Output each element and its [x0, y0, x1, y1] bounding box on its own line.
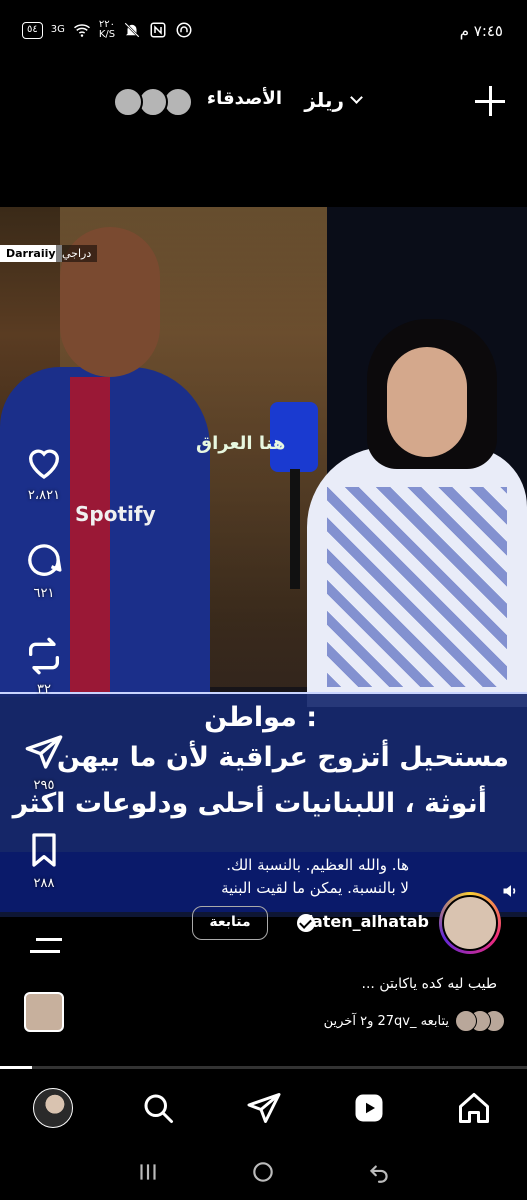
reels-header: ريلز الأصدقاء [0, 78, 527, 124]
recent-apps-icon[interactable] [135, 1159, 161, 1185]
mute-icon [124, 22, 140, 38]
followed-by-row[interactable]: يتابعه _27qv و٢ آخرين [323, 1010, 505, 1032]
plus-icon[interactable] [475, 86, 505, 116]
headset-icon [176, 22, 192, 38]
bottom-nav [0, 1072, 527, 1144]
system-nav [0, 1144, 527, 1200]
followers-avatars [455, 1010, 505, 1032]
nav-search[interactable] [105, 1090, 210, 1126]
follow-button[interactable]: متابعة [192, 906, 268, 940]
comment-button[interactable]: ٦٢١ [22, 540, 66, 601]
saves-count: ٢٨٨ [33, 876, 55, 891]
nav-messages[interactable] [211, 1090, 316, 1126]
send-icon [247, 1093, 281, 1123]
bookmark-icon [32, 833, 56, 867]
status-icons: ٥٤ 3G ٢٢٠ K/S [22, 20, 193, 40]
like-button[interactable]: ٢،٨٢١ [22, 442, 66, 503]
author-username[interactable]: faten_alhatab [305, 912, 429, 931]
status-bar: ٧:٤٥ م ٥٤ 3G ٢٢٠ K/S [0, 0, 527, 64]
more-menu-icon[interactable] [30, 938, 62, 954]
reel-video[interactable]: Spotify Darraiiy دراجي هنا العراق مواطن … [0, 207, 527, 917]
nav-reels[interactable] [316, 1090, 421, 1126]
shares-count: ٢٩٥ [33, 778, 55, 793]
audio-thumbnail[interactable] [24, 992, 64, 1032]
wifi-icon [73, 24, 90, 37]
caption-line-2: أنوثة ، اللبنانيات أحلى ودلوعات اكثر [12, 788, 487, 819]
search-icon [144, 1094, 174, 1123]
subtitle-line-1: ها. والله العظيم. بالنسبة الك. [226, 856, 409, 874]
save-button[interactable]: ٢٨٨ [22, 830, 66, 891]
status-time: ٧:٤٥ م [459, 22, 503, 40]
reposts-count: ٣٢ [37, 682, 51, 697]
caption-line-1: مستحيل أتزوج عراقية لأن ما بيهن [56, 742, 509, 773]
author-row: faten_alhatab متابعة [0, 892, 527, 962]
back-icon[interactable] [366, 1159, 392, 1185]
verified-icon [297, 914, 315, 932]
author-avatar[interactable] [439, 892, 501, 954]
reels-icon [355, 1094, 383, 1122]
nfc-icon [150, 22, 166, 38]
likes-count: ٢،٨٢١ [27, 488, 61, 503]
comments-count: ٦٢١ [33, 586, 55, 601]
post-caption[interactable]: طيب ليه كده ياكابتن ... [362, 976, 497, 992]
signal-icon: 3G [50, 24, 65, 35]
playback-progress-fill [0, 1066, 32, 1069]
home-icon [459, 1093, 490, 1123]
nav-profile[interactable] [0, 1088, 105, 1128]
repost-icon [29, 637, 59, 675]
profile-avatar [32, 1088, 73, 1128]
video-caption-panel: مواطن : مستحيل أتزوج عراقية لأن ما بيهن … [0, 692, 527, 852]
share-button[interactable]: ٢٩٥ [22, 732, 66, 793]
followed-by-text: يتابعه _27qv و٢ آخرين [323, 1013, 449, 1029]
avatar [113, 87, 143, 117]
comment-icon [28, 544, 62, 576]
tab-reels-label: ريلز [304, 88, 344, 112]
data-speed: ٢٢٠ K/S [98, 19, 116, 40]
nav-home[interactable] [422, 1090, 527, 1126]
heart-icon [28, 449, 60, 479]
video-brand-label: دراجي [56, 245, 98, 262]
jersey-sponsor: Spotify [75, 502, 156, 526]
friends-avatars[interactable] [113, 87, 193, 117]
channel-logo: هنا العراق [196, 433, 286, 454]
video-brand-badge: Darraiiy [0, 245, 62, 262]
playback-progress[interactable] [0, 1066, 527, 1069]
caption-title: مواطن : [204, 702, 317, 733]
send-icon [25, 735, 63, 769]
tab-reels[interactable]: ريلز [304, 88, 363, 112]
chevron-down-icon [350, 91, 363, 104]
tab-friends[interactable]: الأصدقاء [207, 88, 282, 109]
battery-icon: ٥٤ [22, 21, 43, 39]
home-circle-icon[interactable] [250, 1159, 276, 1185]
repost-button[interactable]: ٣٢ [22, 636, 66, 697]
